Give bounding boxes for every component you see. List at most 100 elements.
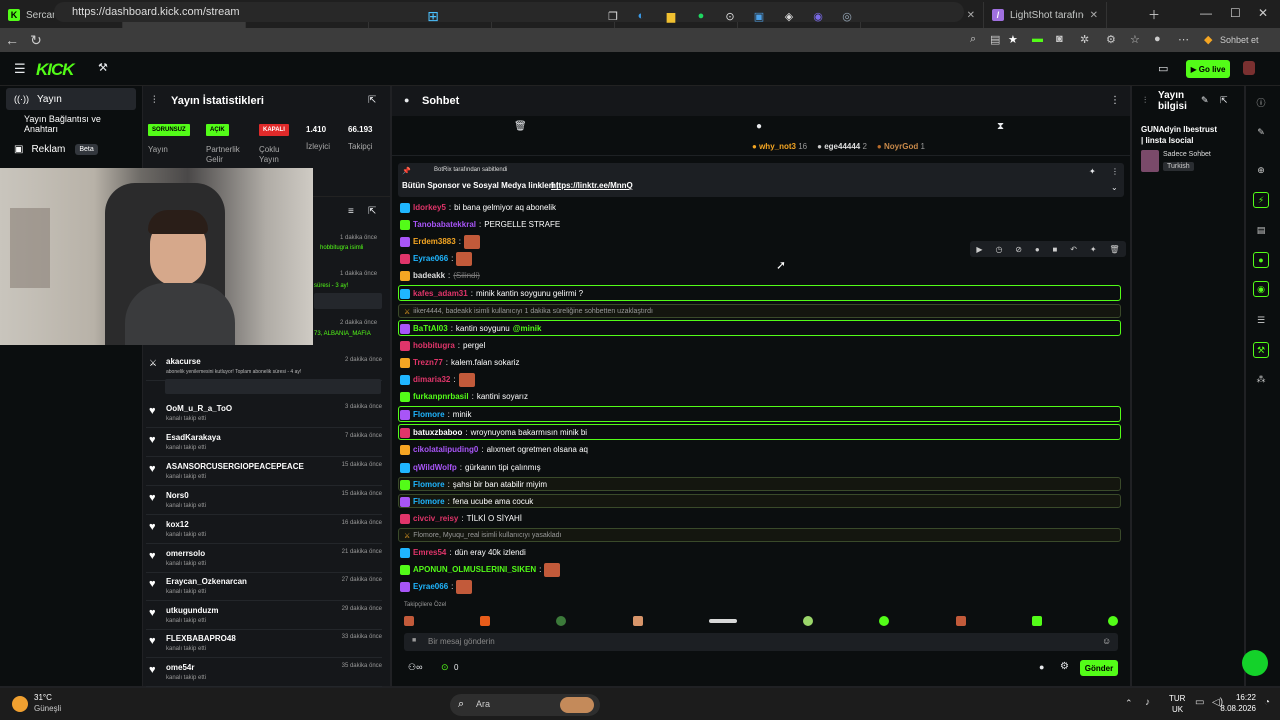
chat-username[interactable]: Tanobabatekkral [413, 220, 476, 229]
unpin-icon[interactable]: ✦ [1089, 167, 1096, 176]
fire-emote-icon[interactable] [480, 616, 491, 626]
steam-icon[interactable]: ◎ [838, 7, 856, 25]
chat-message[interactable]: Flomore: fena ucube ama cocuk [400, 494, 533, 509]
chat-username[interactable]: cikolatalipuding0 [413, 445, 478, 454]
community-icon[interactable]: ⚇∞ [408, 662, 422, 673]
emote-icon[interactable] [708, 619, 737, 623]
chat-message[interactable]: Eyrae066: [400, 251, 473, 266]
send-button[interactable]: Gönder [1080, 660, 1118, 676]
reload-icon[interactable]: ↻ [24, 32, 48, 49]
chat-username[interactable]: dimaria32 [413, 375, 450, 384]
chat-username[interactable]: Trezn77 [413, 358, 443, 367]
avatar[interactable] [1243, 61, 1255, 75]
gifter[interactable]: ● NoyrGod 1 [877, 142, 925, 151]
go-live-button[interactable]: ▶ Go live [1186, 60, 1230, 78]
nodes-icon[interactable]: ⁂ [1253, 371, 1269, 387]
close-tab-icon[interactable]: ✕ [967, 10, 975, 21]
emote-icon[interactable] [803, 616, 814, 626]
weather-temp[interactable]: 31°C [34, 693, 52, 702]
trash-icon[interactable]: 🗑 [514, 121, 527, 132]
gifter[interactable]: ● ege44444 2 [817, 142, 867, 151]
chat-username[interactable]: Eyrae066 [413, 582, 448, 591]
chat-username[interactable]: Flomore [413, 410, 445, 419]
extension-icon[interactable]: ⚙ [1106, 33, 1116, 46]
sidebar-item-reklam[interactable]: ▣ Reklam Beta [6, 138, 136, 160]
broadcast-icon[interactable]: ◉ [1253, 281, 1269, 297]
chevron-down-icon[interactable]: ⌄ [1111, 183, 1118, 192]
kick-logo[interactable]: KICK [36, 60, 75, 80]
chat-message[interactable]: Emres54: dün eray 40k izlendi [400, 545, 526, 560]
timer-icon[interactable]: ⧗ [997, 121, 1004, 132]
wrench-icon[interactable]: ⚒ [1253, 342, 1269, 358]
popout-icon[interactable]: ⇱ [368, 95, 376, 106]
chat-message[interactable]: Tanobabatekkral: PERGELLE STRAFE [400, 217, 560, 232]
discord-icon[interactable]: ◉ [809, 7, 827, 25]
chat-username[interactable]: batuxzbaboo [413, 428, 462, 437]
chat-icon[interactable]: ● [1039, 662, 1044, 672]
filter-icon[interactable]: ≡ [348, 206, 354, 217]
wallet-icon[interactable]: ▭ [1158, 62, 1168, 75]
chat-message[interactable]: batuxzbaboo: wroynuyoma bakarmısın minik … [400, 425, 587, 440]
chat-username[interactable]: Emres54 [413, 548, 446, 557]
hand-emote-icon[interactable] [632, 616, 643, 626]
url-field[interactable]: https://dashboard.kick.com/stream [54, 2, 964, 22]
feed-name[interactable]: Nors0 [166, 491, 189, 500]
mention[interactable]: @minik [513, 324, 542, 333]
chat-username[interactable]: ldorkey5 [413, 203, 446, 212]
category-name[interactable]: Sadece Sohbet [1163, 151, 1211, 158]
target-icon[interactable]: ⊕ [1253, 162, 1269, 178]
emote-icon[interactable] [879, 616, 890, 626]
chat-username[interactable]: hobbitugra [413, 341, 455, 350]
ban-icon[interactable]: ⊘ [1015, 245, 1022, 254]
feed-name[interactable]: ome54r [166, 663, 194, 672]
edge-icon[interactable]: ◐ [632, 7, 650, 25]
close-tab-icon[interactable]: ✕ [1090, 10, 1098, 21]
points-icon[interactable]: ⊙ [441, 662, 449, 673]
floating-action-button[interactable] [1242, 650, 1268, 676]
edit-icon[interactable]: ✎ [1201, 95, 1209, 106]
puzzle-icon[interactable]: ✲ [1080, 33, 1089, 46]
chat-message[interactable]: Erdem3883: [400, 234, 480, 249]
chat-username[interactable]: civciv_reisy [413, 514, 458, 523]
feed-name[interactable]: Eraycan_Ozkenarcan [166, 577, 247, 586]
clock-icon[interactable]: ◷ [995, 245, 1002, 254]
chat-message[interactable]: Flomore: şahsi bir ban atabilir miyim [400, 477, 547, 492]
more-vertical-icon[interactable]: ⋮ [1110, 95, 1120, 106]
chat-input[interactable]: ■ Bir mesaj gönderin ☺ [404, 633, 1118, 651]
reader-icon[interactable]: ▤ [990, 33, 1000, 46]
back-icon[interactable]: ← [0, 32, 24, 48]
profile-icon[interactable]: ● [1154, 33, 1161, 45]
chat-message[interactable]: qWildWolfp: gürkanın tipi çalınmış [400, 460, 541, 475]
play-icon[interactable]: ▶ [976, 245, 982, 254]
feed-name[interactable]: OoM_u_R_a_ToO [166, 404, 232, 413]
hamburger-menu-icon[interactable]: ☰ [14, 61, 26, 77]
chat-username[interactable]: qWildWolfp [413, 463, 457, 472]
feed-name[interactable]: omerrsolo [166, 549, 205, 558]
chat-profile-button[interactable]: Sohbet et [1220, 35, 1259, 45]
gear-icon[interactable]: ⚙ [1060, 661, 1069, 672]
star-icon[interactable]: ★ [1008, 33, 1018, 46]
minimize-button[interactable]: — [1200, 6, 1212, 20]
chat-message[interactable]: Eyrae066: [400, 579, 473, 594]
feed-name[interactable]: utkugunduzm [166, 606, 218, 615]
chat-username[interactable]: BaTtAl03 [413, 324, 448, 333]
emote-icon[interactable] [404, 616, 414, 626]
browser-tab[interactable]: / LightShot tarafından Ek ✕ [984, 2, 1107, 28]
chat-message[interactable]: furkanpnrbasil: kantini soyarız [400, 389, 528, 404]
chat-message[interactable]: badeakk: (Silindi) [400, 268, 480, 283]
sidebar-item-stream-key[interactable]: Yayın Bağlantısı ve Anahtarı [6, 113, 136, 135]
pencil-icon[interactable]: ✎ [1253, 124, 1269, 140]
chat-message[interactable]: civciv_reisy: TİLKİ O SİYAHİ [400, 511, 522, 526]
chat-message[interactable]: ldorkey5: bi bana gelmiyor aq abonelik [400, 200, 556, 215]
emote-icon[interactable] [556, 616, 567, 626]
pinned-link[interactable]: https://linktr.ee/MnnQ [551, 181, 633, 190]
new-tab-button[interactable]: ＋ [1148, 6, 1160, 23]
feed-name[interactable]: kox12 [166, 520, 189, 529]
chat-username[interactable]: badeakk [413, 271, 445, 280]
file-explorer-icon[interactable]: ▆ [662, 7, 680, 25]
reply-icon[interactable]: ● [1035, 245, 1040, 254]
copy-icon[interactable]: ■ [1053, 245, 1058, 254]
clock-time[interactable]: 16:22 [1220, 693, 1256, 702]
feed-name[interactable]: EsadKarakaya [166, 433, 221, 442]
pin-icon[interactable]: ✦ [1090, 245, 1097, 254]
